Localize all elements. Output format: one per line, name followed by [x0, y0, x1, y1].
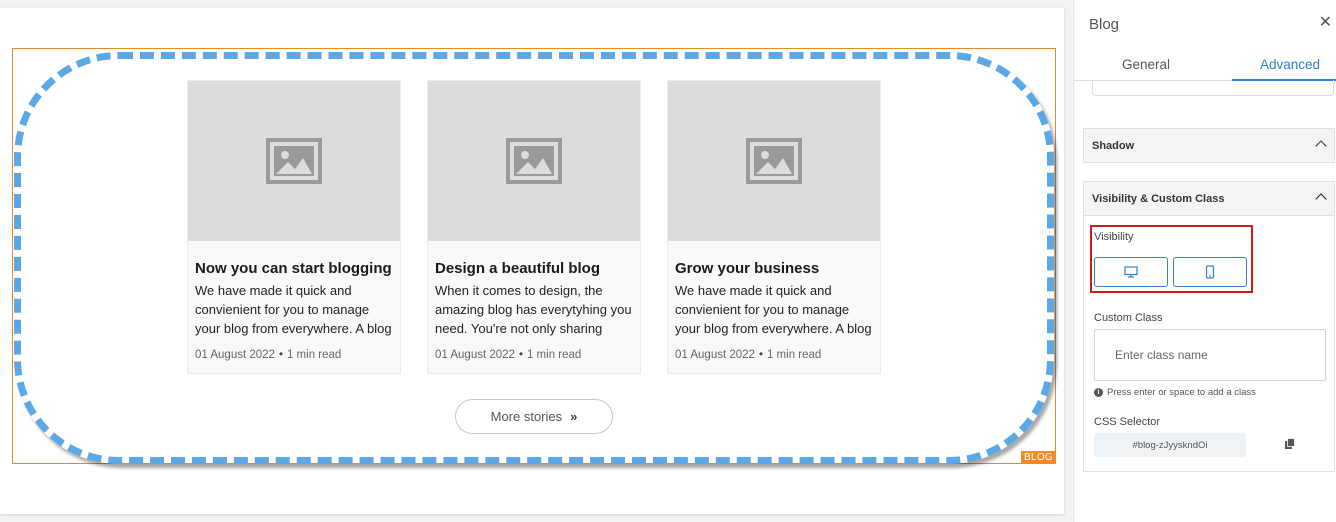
- meta-separator: •: [758, 349, 763, 361]
- visibility-section-header[interactable]: Visibility & Custom Class: [1084, 182, 1334, 216]
- post-read-time: 1 min read: [286, 349, 342, 361]
- chevron-up-icon[interactable]: [1315, 193, 1327, 205]
- custom-class-hint: i Press enter or space to add a class: [1094, 387, 1256, 398]
- hint-text: Press enter or space to add a class: [1107, 387, 1256, 398]
- post-date: 01 August 2022: [675, 349, 755, 361]
- post-date: 01 August 2022: [195, 349, 275, 361]
- blog-post-card[interactable]: Now you can start blogging We have made …: [187, 80, 401, 374]
- post-meta: 01 August 2022 • 1 min read: [188, 341, 400, 361]
- image-icon: [746, 138, 802, 184]
- copy-icon[interactable]: [1284, 438, 1296, 450]
- visibility-section-title: Visibility & Custom Class: [1092, 193, 1225, 205]
- info-icon: i: [1094, 388, 1103, 397]
- chevron-up-icon[interactable]: [1315, 140, 1327, 152]
- post-date: 01 August 2022: [435, 349, 515, 361]
- shadow-section[interactable]: Shadow: [1083, 128, 1335, 163]
- post-title[interactable]: Now you can start blogging: [188, 241, 400, 277]
- post-excerpt: We have made it quick and convienient fo…: [195, 283, 392, 341]
- css-selector-value[interactable]: #blog-zJyyskndOi: [1094, 433, 1246, 457]
- custom-class-input[interactable]: [1094, 329, 1326, 381]
- close-icon[interactable]: ✕: [1319, 12, 1332, 32]
- image-icon: [506, 138, 562, 184]
- visibility-section: Visibility & Custom Class Visibility Cus…: [1083, 181, 1335, 472]
- post-image-placeholder: [188, 81, 400, 241]
- image-icon: [266, 138, 322, 184]
- custom-class-label: Custom Class: [1094, 312, 1163, 324]
- desktop-visibility-button[interactable]: [1094, 257, 1168, 287]
- mobile-visibility-button[interactable]: [1173, 257, 1247, 287]
- more-stories-button[interactable]: More stories »: [455, 399, 613, 434]
- meta-separator: •: [278, 349, 283, 361]
- previous-field[interactable]: [1092, 80, 1334, 96]
- post-title[interactable]: Design a beautiful blog: [428, 241, 640, 277]
- block-type-tag[interactable]: BLOG: [1021, 451, 1056, 464]
- css-selector-label: CSS Selector: [1094, 416, 1161, 428]
- settings-panel: Blog ✕ General Advanced Shadow Visibilit…: [1073, 0, 1336, 522]
- blog-post-card[interactable]: Grow your business We have made it quick…: [667, 80, 881, 374]
- double-chevron-right-icon: »: [570, 409, 578, 424]
- post-image-placeholder: [428, 81, 640, 241]
- post-read-time: 1 min read: [766, 349, 822, 361]
- meta-separator: •: [518, 349, 523, 361]
- panel-tabs: General Advanced: [1074, 48, 1336, 81]
- post-meta: 01 August 2022 • 1 min read: [428, 341, 640, 361]
- shadow-section-title: Shadow: [1092, 140, 1135, 152]
- post-meta: 01 August 2022 • 1 min read: [668, 341, 880, 361]
- tab-general[interactable]: General: [1122, 57, 1170, 72]
- blog-post-card[interactable]: Design a beautiful blog When it comes to…: [427, 80, 641, 374]
- blog-block[interactable]: Now you can start blogging We have made …: [12, 48, 1056, 464]
- visibility-label: Visibility: [1094, 231, 1134, 243]
- desktop-icon: [1124, 266, 1138, 278]
- post-read-time: 1 min read: [526, 349, 582, 361]
- shadow-section-header[interactable]: Shadow: [1084, 129, 1334, 163]
- mobile-icon: [1205, 265, 1215, 279]
- post-excerpt: When it comes to design, the amazing blo…: [435, 283, 632, 341]
- post-title[interactable]: Grow your business: [668, 241, 880, 277]
- panel-title: Blog: [1089, 16, 1120, 33]
- editor-canvas: Now you can start blogging We have made …: [0, 8, 1064, 514]
- more-stories-label: More stories: [490, 409, 563, 424]
- post-excerpt: We have made it quick and convienient fo…: [675, 283, 872, 341]
- post-image-placeholder: [668, 81, 880, 241]
- tab-advanced[interactable]: Advanced: [1260, 57, 1320, 72]
